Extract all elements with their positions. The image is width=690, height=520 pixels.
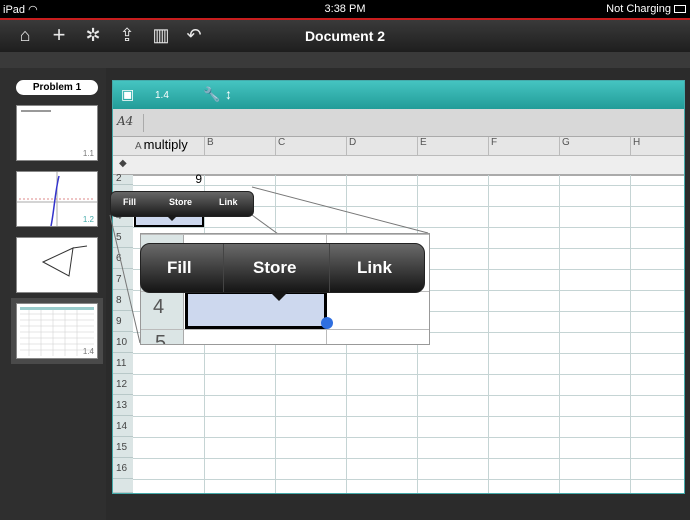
mag-row-label-4: 4 bbox=[153, 296, 165, 318]
mag-selected-cell[interactable] bbox=[185, 291, 327, 329]
link-button[interactable]: Link bbox=[357, 258, 392, 278]
fill-button[interactable]: Fill bbox=[167, 258, 192, 278]
fill-button-small[interactable]: Fill bbox=[123, 197, 136, 207]
popup-arrow-small bbox=[166, 215, 178, 221]
context-menu-large: Fill Store Link bbox=[140, 243, 425, 301]
selection-handle[interactable] bbox=[321, 317, 333, 329]
link-button-small[interactable]: Link bbox=[219, 197, 238, 207]
store-button-small[interactable]: Store bbox=[169, 197, 192, 207]
context-menu-small: Fill Store Link bbox=[110, 191, 254, 221]
mag-row-label-5: 5 bbox=[155, 332, 167, 345]
popup-arrow bbox=[269, 291, 289, 301]
store-button[interactable]: Store bbox=[253, 258, 296, 278]
